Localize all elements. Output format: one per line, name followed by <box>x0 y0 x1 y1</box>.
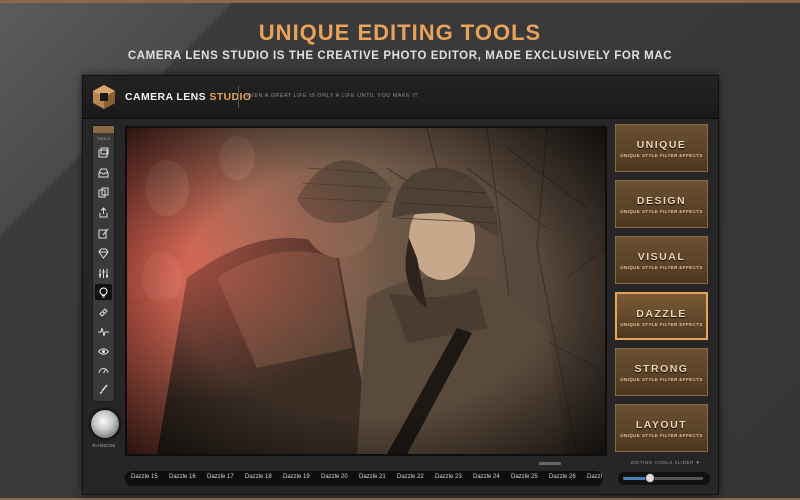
title-bar: CAMERA LENS STUDIO EVEN A GREAT LIFE IS … <box>83 76 718 119</box>
filmstrip-item[interactable]: Dazzle 24 <box>473 474 500 480</box>
app-name-main: CAMERA LENS <box>125 91 207 103</box>
sliders-icon <box>99 268 108 278</box>
top-accent-line <box>0 0 800 3</box>
app-window: CAMERA LENS STUDIO EVEN A GREAT LIFE IS … <box>82 75 719 495</box>
tagline: EVEN A GREAT LIFE IS ONLY A LIFE UNTIL Y… <box>246 93 419 99</box>
preset-visual[interactable]: VISUAL UNIQUE STYLE FILTER EFFECTS <box>615 236 708 284</box>
filmstrip-item[interactable]: Dazzle 16 <box>169 474 196 480</box>
preset-title: UNIQUE <box>636 139 687 151</box>
tool-diamond[interactable] <box>95 245 112 261</box>
filmstrip-item[interactable]: Dazzle 17 <box>207 474 234 480</box>
filmstrip-item[interactable]: Dazzl <box>587 474 602 480</box>
tool-eye[interactable] <box>95 343 112 359</box>
edit-icon <box>98 228 109 238</box>
toolbar-label: TOOLS <box>96 136 111 141</box>
filmstrip: Dazzle 15 Dazzle 16 Dazzle 17 Dazzle 18 Dazz… <box>125 471 603 486</box>
random-knob-label: RANDOM <box>92 443 116 448</box>
editing-slider-label: EDITING COOLS SLIDER ▼ <box>631 460 701 465</box>
preset-title: DESIGN <box>636 195 687 207</box>
app-name: CAMERA LENS STUDIO <box>125 91 251 103</box>
subheadline: CAMERA LENS STUDIO IS THE CREATIVE PHOTO… <box>127 50 673 62</box>
random-knob[interactable] <box>90 409 120 439</box>
preset-dazzle[interactable]: DAZZLE UNIQUE STYLE FILTER EFFECTS <box>615 292 708 340</box>
tool-gauge[interactable] <box>95 362 112 378</box>
filmstrip-item[interactable]: Dazzle 23 <box>435 474 462 480</box>
preset-subtitle: UNIQUE STYLE FILTER EFFECTS <box>620 153 703 158</box>
export-icon <box>99 206 108 217</box>
filmstrip-item[interactable]: Dazzle 20 <box>321 474 348 480</box>
bandage-icon <box>99 307 108 317</box>
slider-thumb[interactable] <box>645 473 656 483</box>
tool-lightbulb[interactable] <box>95 284 112 300</box>
tray-icon <box>98 168 109 177</box>
preset-title: LAYOUT <box>635 419 688 431</box>
preset-subtitle: UNIQUE STYLE FILTER EFFECTS <box>620 322 703 327</box>
preset-title: VISUAL <box>637 251 686 263</box>
toolbar-handle[interactable] <box>93 126 114 133</box>
copy-icon <box>98 187 109 197</box>
diamond-icon <box>98 248 109 259</box>
pulse-icon <box>98 327 109 336</box>
photo-canvas[interactable] <box>125 126 607 456</box>
lightbulb-icon <box>99 287 108 297</box>
filmstrip-item[interactable]: Dazzle 25 <box>511 474 538 480</box>
app-logo-icon <box>93 85 115 109</box>
preset-subtitle: UNIQUE STYLE FILTER EFFECTS <box>620 377 703 382</box>
photo-image <box>127 128 605 454</box>
title-divider <box>238 86 239 108</box>
preset-layout[interactable]: LAYOUT UNIQUE STYLE FILTER EFFECTS <box>615 404 708 452</box>
filmstrip-item[interactable]: Dazzle 21 <box>359 474 386 480</box>
brush-icon <box>99 384 108 394</box>
filmstrip-item[interactable]: Dazzle 22 <box>397 474 424 480</box>
filmstrip-handle[interactable] <box>539 462 561 465</box>
headline: UNIQUE EDITING TOOLS <box>258 20 542 45</box>
tool-pulse[interactable] <box>95 323 112 339</box>
tool-export[interactable] <box>95 204 112 220</box>
images-icon <box>98 147 109 157</box>
preset-subtitle: UNIQUE STYLE FILTER EFFECTS <box>620 209 703 214</box>
tool-images[interactable] <box>95 144 112 160</box>
preset-title: STRONG <box>634 363 689 375</box>
eye-icon <box>98 347 109 355</box>
tool-tray[interactable] <box>95 164 112 180</box>
tool-sliders[interactable] <box>95 265 112 281</box>
filmstrip-item[interactable]: Dazzle 18 <box>245 474 272 480</box>
preset-design[interactable]: DESIGN UNIQUE STYLE FILTER EFFECTS <box>615 180 708 228</box>
gauge-icon <box>98 367 109 373</box>
filmstrip-item[interactable]: Dazzle 26 <box>549 474 576 480</box>
preset-title: DAZZLE <box>636 308 687 320</box>
filmstrip-item[interactable]: Dazzle 15 <box>131 474 158 480</box>
tool-edit[interactable] <box>95 225 112 241</box>
tool-brush[interactable] <box>95 381 112 397</box>
tools-sidebar: TOOLS <box>92 125 115 402</box>
editing-slider[interactable] <box>617 471 711 486</box>
preset-subtitle: UNIQUE STYLE FILTER EFFECTS <box>620 433 703 438</box>
preset-subtitle: UNIQUE STYLE FILTER EFFECTS <box>620 265 703 270</box>
preset-unique[interactable]: UNIQUE UNIQUE STYLE FILTER EFFECTS <box>615 124 708 172</box>
preset-strong[interactable]: STRONG UNIQUE STYLE FILTER EFFECTS <box>615 348 708 396</box>
tool-copy[interactable] <box>95 184 112 200</box>
filmstrip-item[interactable]: Dazzle 19 <box>283 474 310 480</box>
tool-bandage[interactable] <box>95 304 112 320</box>
